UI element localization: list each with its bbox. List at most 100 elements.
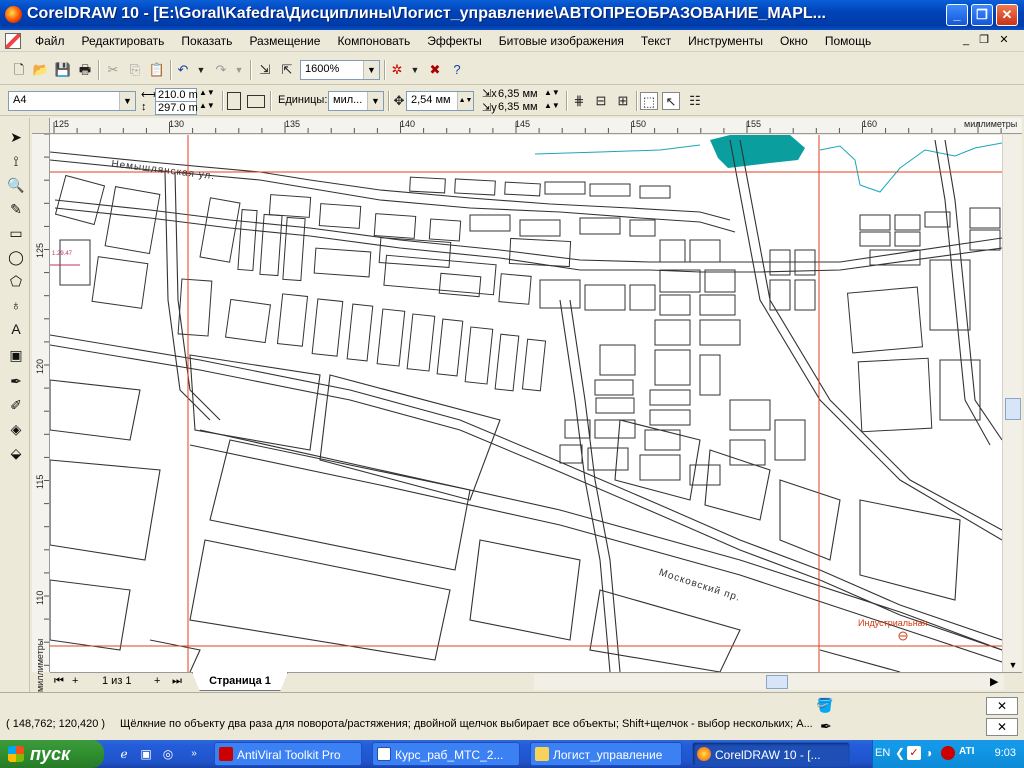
menu-item-9[interactable]: Окно	[780, 34, 808, 48]
redo-icon[interactable]: ↷	[212, 61, 230, 79]
scroll-down-icon[interactable]: ▼	[1005, 657, 1021, 673]
nudge-distance-input[interactable]: 2,54 мм ▲▼	[406, 91, 474, 111]
paper-size-select[interactable]: A4 ▼	[8, 91, 136, 111]
dup-x-spin-icon[interactable]: ▲▼	[544, 88, 560, 97]
paper-height-input[interactable]: 297.0 m	[155, 101, 198, 115]
save-icon[interactable]: 💾	[54, 61, 72, 79]
ellipse-tool-icon[interactable]: ◯	[5, 246, 27, 268]
cut-icon[interactable]: ✂	[104, 61, 122, 79]
paper-width-input[interactable]: 210.0 m	[155, 88, 198, 102]
dup-y-spin-icon[interactable]: ▲▼	[544, 101, 560, 110]
export-icon[interactable]: ⇱	[278, 61, 296, 79]
vertical-scrollbar[interactable]: ▼	[1002, 135, 1022, 672]
menu-item-2[interactable]: Показать	[181, 34, 232, 48]
duplicate-y-value[interactable]: 6,35 мм	[498, 101, 538, 113]
menu-item-1[interactable]: Редактировать	[82, 34, 165, 48]
menu-item-5[interactable]: Эффекты	[427, 34, 482, 48]
volume-icon[interactable]: ◑	[925, 746, 932, 760]
menu-item-8[interactable]: Инструменты	[688, 34, 763, 48]
application-launcher-icon[interactable]: ✲	[388, 61, 406, 79]
text-tool-icon[interactable]: A	[5, 318, 27, 340]
height-spin-icon[interactable]: ▲▼	[199, 101, 215, 110]
task-word-doc[interactable]: Курс_раб_МТС_2...	[372, 742, 520, 766]
task-antiviral[interactable]: AntiViral Toolkit Pro	[214, 742, 362, 766]
ruler-origin[interactable]	[32, 118, 50, 134]
menu-item-7[interactable]: Текст	[641, 34, 671, 48]
pick-tool-icon[interactable]: ➤	[5, 126, 27, 148]
undo-icon[interactable]: ↶	[174, 61, 192, 79]
close-button[interactable]: ✕	[996, 4, 1018, 26]
chevron-down-icon[interactable]: ▼	[363, 61, 379, 79]
outline-swatch[interactable]: ✕	[986, 718, 1018, 736]
basic-shapes-tool-icon[interactable]: ♁	[5, 294, 27, 316]
doc-restore-button[interactable]: ❐	[976, 33, 992, 48]
menu-item-10[interactable]: Помощь	[825, 34, 871, 48]
task-coreldraw[interactable]: CorelDRAW 10 - [...	[692, 742, 850, 766]
new-document-icon[interactable]: 🗋	[10, 61, 28, 79]
menu-item-0[interactable]: Файл	[35, 34, 65, 48]
corel-online-icon[interactable]: ✖	[426, 61, 444, 79]
clock[interactable]: 9:03	[995, 747, 1016, 759]
width-spin-icon[interactable]: ▲▼	[199, 88, 215, 97]
menu-item-6[interactable]: Битовые изображения	[499, 34, 624, 48]
landscape-orientation-icon[interactable]	[247, 95, 265, 108]
title-bar[interactable]: CorelDRAW 10 - [E:\Goral\Kafedra\Дисципл…	[0, 0, 1024, 30]
zoom-tool-icon[interactable]: 🔍	[5, 174, 27, 196]
tray-arrow-icon[interactable]: ❮	[895, 746, 905, 760]
snap-to-objects-icon[interactable]: ⊞	[614, 92, 632, 110]
maximize-button[interactable]: ❐	[971, 4, 993, 26]
menu-item-4[interactable]: Компоновать	[337, 34, 410, 48]
launcher-dropdown-icon[interactable]: ▼	[406, 61, 424, 79]
snap-to-guidelines-icon[interactable]: ⊟	[592, 92, 610, 110]
coreldraw-logo-icon[interactable]	[5, 6, 22, 23]
polygon-tool-icon[interactable]: ⬠	[5, 270, 27, 292]
whats-this-help-icon[interactable]: ?	[448, 61, 466, 79]
import-icon[interactable]: ⇲	[256, 61, 274, 79]
tab-page-1[interactable]: Страница 1	[192, 672, 288, 691]
snap-to-grid-icon[interactable]: ⋕	[570, 92, 588, 110]
start-button[interactable]: пуск	[0, 740, 104, 768]
last-page-icon[interactable]: ⏭	[172, 675, 182, 688]
horizontal-scrollbar[interactable]	[534, 674, 1004, 690]
menu-item-3[interactable]: Размещение	[249, 34, 320, 48]
shape-tool-icon[interactable]: ⟟	[5, 150, 27, 172]
redo-dropdown-icon[interactable]: ▼	[230, 61, 248, 79]
fill-tool-icon[interactable]: ◈	[5, 418, 27, 440]
duplicate-x-value[interactable]: 6,35 мм	[498, 88, 538, 100]
first-page-icon[interactable]: ⏮	[54, 675, 64, 688]
media-player-icon[interactable]: ◎	[160, 746, 176, 762]
eyedropper-tool-icon[interactable]: ✒	[5, 370, 27, 392]
outline-tool-icon[interactable]: ✐	[5, 394, 27, 416]
add-page-before-icon[interactable]: +	[72, 675, 78, 687]
doc-close-button[interactable]: ✕	[996, 33, 1012, 48]
print-icon[interactable]: 🖶	[76, 61, 94, 79]
treat-as-filled-icon[interactable]: ⬚	[640, 92, 658, 110]
units-select[interactable]: мил... ▼	[328, 91, 384, 111]
rectangle-tool-icon[interactable]: ▭	[5, 222, 27, 244]
task-folder[interactable]: Логист_управление	[530, 742, 682, 766]
open-folder-icon[interactable]: 📂	[32, 61, 50, 79]
copy-icon[interactable]: ⎘	[126, 61, 144, 79]
expand-quicklaunch-icon[interactable]: »	[186, 746, 202, 762]
paste-icon[interactable]: 📋	[148, 61, 166, 79]
chevron-down-icon[interactable]: ▼	[367, 92, 383, 110]
draw-unfilled-icon[interactable]: ↖	[662, 92, 680, 110]
undo-dropdown-icon[interactable]: ▼	[192, 61, 210, 79]
chevron-down-icon[interactable]: ▼	[119, 92, 135, 110]
fill-swatch[interactable]: ✕	[986, 697, 1018, 715]
ati-tray-icon[interactable]: ATI	[959, 746, 974, 757]
scroll-right-icon[interactable]: ▶	[990, 675, 998, 688]
show-desktop-icon[interactable]: ▣	[138, 746, 154, 762]
portrait-orientation-icon[interactable]	[227, 92, 241, 110]
document-icon[interactable]	[5, 33, 21, 49]
minimize-button[interactable]: _	[946, 4, 968, 26]
options-icon[interactable]: ☷	[686, 92, 704, 110]
interactive-blend-tool-icon[interactable]: ▣	[5, 344, 27, 366]
zoom-level-select[interactable]: 1600% ▼	[300, 60, 380, 80]
freehand-tool-icon[interactable]: ✎	[5, 198, 27, 220]
language-indicator[interactable]: EN	[875, 747, 890, 759]
drawing-canvas[interactable]: Немышлянская ул. Московский пр. Индустри…	[50, 135, 1002, 672]
internet-explorer-icon[interactable]: ℯ	[116, 746, 132, 762]
add-page-after-icon[interactable]: +	[154, 675, 160, 687]
antivirus-tray-icon[interactable]: ✓	[907, 746, 921, 760]
